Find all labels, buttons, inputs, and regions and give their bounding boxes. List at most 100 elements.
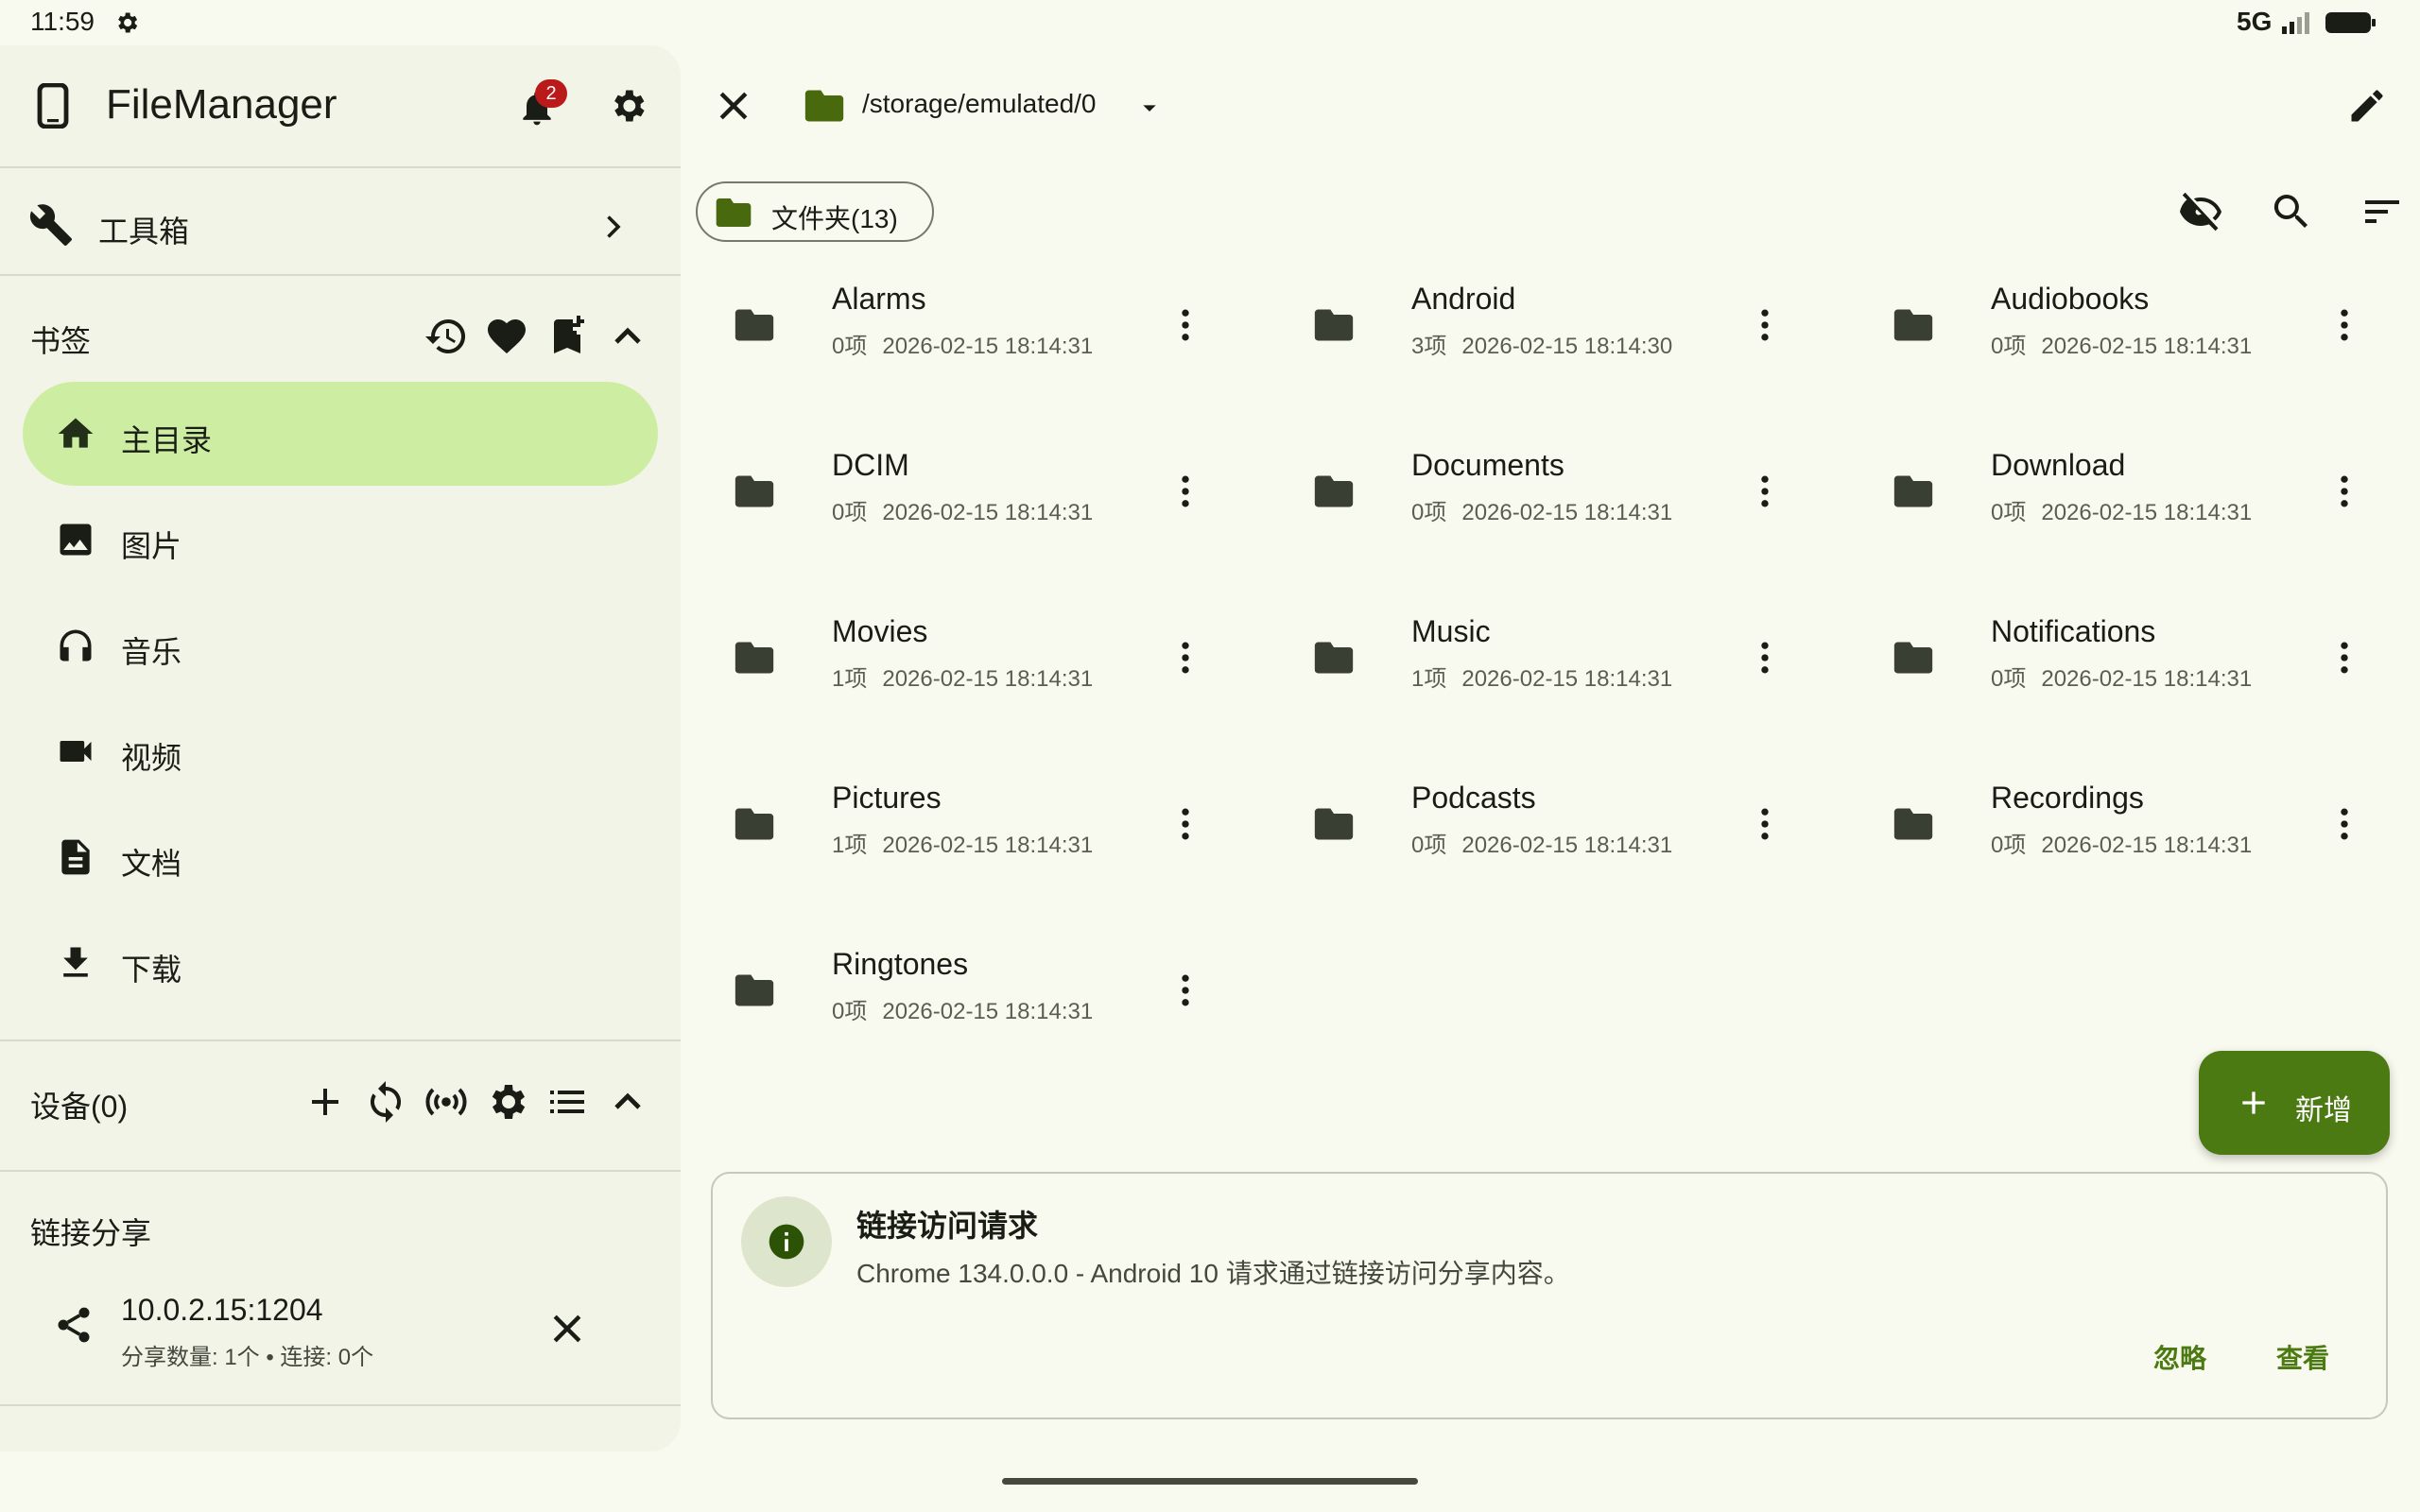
file-item[interactable]: Android 3项 2026-02-15 18:14:30: [1288, 257, 1856, 423]
add-icon: [2242, 1091, 2265, 1114]
file-item[interactable]: Movies 1项 2026-02-15 18:14:31: [709, 590, 1276, 756]
file-count: 0项: [1991, 334, 2027, 359]
bookmark-item-music[interactable]: 音乐: [23, 593, 658, 697]
file-item[interactable]: Pictures 1项 2026-02-15 18:14:31: [709, 756, 1276, 922]
file-item[interactable]: DCIM 0项 2026-02-15 18:14:31: [709, 423, 1276, 590]
file-meta: 0项 2026-02-15 18:14:31: [832, 327, 1093, 360]
bookmark-item-videos[interactable]: 视频: [23, 699, 658, 803]
divider: [0, 1170, 681, 1172]
close-icon[interactable]: [713, 85, 754, 127]
file-meta: 0项 2026-02-15 18:14:31: [1991, 493, 2252, 526]
file-name: Pictures: [832, 781, 942, 815]
edit-icon[interactable]: [2346, 85, 2388, 127]
file-item[interactable]: Alarms 0项 2026-02-15 18:14:31: [709, 257, 1276, 423]
dropdown-arrow-icon[interactable]: [1134, 93, 1165, 123]
network-type: 5G: [2237, 7, 2273, 36]
chevron-up-icon[interactable]: [605, 1079, 650, 1125]
search-icon[interactable]: [2269, 189, 2314, 234]
home-indicator[interactable]: [1002, 1478, 1418, 1485]
add-bookmark-icon[interactable]: [544, 314, 590, 359]
file-name: DCIM: [832, 448, 909, 482]
file-name: Download: [1991, 448, 2126, 482]
more-options-icon[interactable]: [1165, 803, 1206, 845]
heart-icon[interactable]: [484, 314, 529, 359]
chevron-right-icon: [607, 215, 621, 238]
sync-icon[interactable]: [363, 1079, 408, 1125]
fab-label: 新增: [2295, 1095, 2352, 1126]
more-options-icon[interactable]: [1744, 304, 1786, 346]
settings-icon[interactable]: [607, 85, 648, 127]
notification-badge: 2: [535, 79, 567, 108]
more-options-icon[interactable]: [1165, 471, 1206, 512]
new-item-fab[interactable]: 新增: [2199, 1051, 2390, 1155]
history-icon[interactable]: [424, 314, 469, 359]
file-meta: 1项 2026-02-15 18:14:31: [832, 826, 1093, 859]
more-options-icon[interactable]: [1744, 637, 1786, 679]
more-options-icon[interactable]: [2324, 637, 2365, 679]
add-icon[interactable]: [302, 1079, 348, 1125]
file-meta: 0项 2026-02-15 18:14:31: [832, 493, 1093, 526]
folder-icon: [804, 90, 844, 122]
file-count: 1项: [1411, 666, 1447, 692]
bookmark-item-images[interactable]: 图片: [23, 488, 658, 592]
folder-icon: [1893, 475, 1933, 507]
file-count: 0项: [1411, 833, 1447, 858]
bookmarks-title: 书签: [30, 324, 92, 358]
more-options-icon[interactable]: [1744, 803, 1786, 845]
file-count: 0项: [832, 334, 868, 359]
folder-icon: [735, 309, 774, 341]
sort-icon[interactable]: [2360, 189, 2405, 234]
folder-icon: [716, 198, 752, 227]
bookmark-label: 文档: [121, 847, 182, 881]
file-name: Android: [1411, 282, 1516, 316]
more-options-icon[interactable]: [1165, 970, 1206, 1011]
list-icon[interactable]: [544, 1079, 590, 1125]
file-item[interactable]: Ringtones 0项 2026-02-15 18:14:31: [709, 922, 1276, 1089]
battery-icon: [2325, 12, 2376, 33]
file-name: Notifications: [1991, 614, 2156, 648]
bookmark-item-home[interactable]: 主目录: [23, 382, 658, 486]
more-options-icon[interactable]: [1165, 304, 1206, 346]
file-item[interactable]: Download 0项 2026-02-15 18:14:31: [1868, 423, 2420, 590]
more-options-icon[interactable]: [2324, 471, 2365, 512]
file-item[interactable]: Recordings 0项 2026-02-15 18:14:31: [1868, 756, 2420, 922]
file-item[interactable]: Notifications 0项 2026-02-15 18:14:31: [1868, 590, 2420, 756]
broadcast-icon[interactable]: [424, 1079, 469, 1125]
file-item[interactable]: Documents 0项 2026-02-15 18:14:31: [1288, 423, 1856, 590]
current-path[interactable]: /storage/emulated/0: [862, 89, 1097, 119]
file-item[interactable]: Podcasts 0项 2026-02-15 18:14:31: [1288, 756, 1856, 922]
link-access-request-card: 链接访问请求 Chrome 134.0.0.0 - Android 10 请求通…: [711, 1172, 2388, 1419]
file-date: 2026-02-15 18:14:31: [1461, 666, 1673, 692]
file-name: Recordings: [1991, 781, 2144, 815]
bookmark-label: 下载: [121, 953, 182, 987]
more-options-icon[interactable]: [2324, 803, 2365, 845]
folder-filter-chip[interactable]: 文件夹(13): [696, 181, 934, 242]
file-date: 2026-02-15 18:14:31: [882, 500, 1094, 525]
file-meta: 1项 2026-02-15 18:14:31: [832, 660, 1093, 693]
info-icon: [769, 1224, 804, 1260]
hide-icon[interactable]: [2178, 189, 2223, 234]
share-stats: 分享数量: 1个 • 连接: 0个: [121, 1345, 374, 1370]
signal-icon: [2282, 12, 2309, 34]
bookmark-item-downloads[interactable]: 下载: [23, 911, 658, 1015]
close-icon[interactable]: [546, 1308, 588, 1349]
view-button[interactable]: 查看: [2276, 1338, 2329, 1376]
file-item[interactable]: Audiobooks 0项 2026-02-15 18:14:31: [1868, 257, 2420, 423]
chevron-up-icon[interactable]: [605, 314, 650, 359]
share-address: 10.0.2.15:1204: [121, 1293, 323, 1327]
file-name: Music: [1411, 614, 1491, 648]
more-options-icon[interactable]: [2324, 304, 2365, 346]
device-settings-icon[interactable]: [484, 1079, 529, 1125]
toolbox-row[interactable]: 工具箱: [0, 168, 681, 280]
more-options-icon[interactable]: [1744, 471, 1786, 512]
bookmark-item-documents[interactable]: 文档: [23, 805, 658, 909]
file-item[interactable]: Music 1项 2026-02-15 18:14:31: [1288, 590, 1856, 756]
file-meta: 0项 2026-02-15 18:14:31: [1991, 327, 2252, 360]
file-date: 2026-02-15 18:14:31: [1461, 833, 1673, 858]
file-name: Alarms: [832, 282, 926, 316]
ignore-button[interactable]: 忽略: [2153, 1338, 2206, 1376]
file-name: Podcasts: [1411, 781, 1536, 815]
link-share-item[interactable]: 10.0.2.15:1204 分享数量: 1个 • 连接: 0个: [0, 1274, 681, 1378]
file-meta: 0项 2026-02-15 18:14:31: [1411, 826, 1672, 859]
more-options-icon[interactable]: [1165, 637, 1206, 679]
